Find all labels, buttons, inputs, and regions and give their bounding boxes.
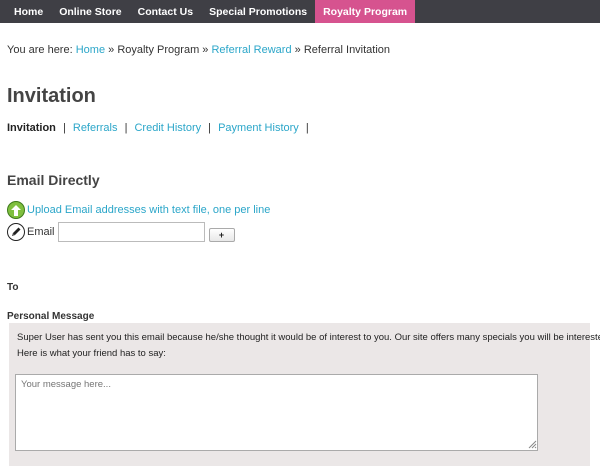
subnav-current: Invitation <box>7 122 56 134</box>
message-intro: Super User has sent you this email becau… <box>17 332 600 343</box>
subnav-separator: | <box>305 122 309 134</box>
personal-message-label: Personal Message <box>7 311 95 322</box>
breadcrumb-separator: » <box>108 44 115 56</box>
add-email-button[interactable]: + <box>208 228 235 242</box>
subnav-credit-history-link[interactable]: Credit History <box>134 122 201 134</box>
subnav-separator: | <box>124 122 128 134</box>
upload-arrow-icon[interactable] <box>7 201 25 219</box>
subnav-separator: | <box>62 122 66 134</box>
breadcrumb-separator: » <box>294 44 301 56</box>
email-row: Email + <box>7 222 235 242</box>
breadcrumb-current: Referral Invitation <box>303 44 391 56</box>
subnav-separator: | <box>208 122 212 134</box>
subnav-payment-history-link[interactable]: Payment History <box>218 122 299 134</box>
nav-contact-us[interactable]: Contact Us <box>130 0 201 23</box>
message-friend-says: Here is what your friend has to say: <box>17 348 166 359</box>
upload-email-file-link[interactable]: Upload Email addresses with text file, o… <box>27 204 270 216</box>
message-panel: Super User has sent you this email becau… <box>9 323 600 466</box>
resize-grip-icon[interactable] <box>528 440 537 449</box>
subnav-referrals-link[interactable]: Referrals <box>73 122 118 134</box>
pencil-icon <box>7 223 25 241</box>
email-input[interactable] <box>57 222 205 242</box>
upload-row: Upload Email addresses with text file, o… <box>7 201 270 219</box>
breadcrumb-program: Royalty Program <box>117 44 200 56</box>
email-label: Email <box>27 226 55 238</box>
to-label: To <box>7 282 19 293</box>
breadcrumb-reward-link[interactable]: Referral Reward <box>211 44 291 56</box>
top-nav: Home Online Store Contact Us Special Pro… <box>0 0 600 23</box>
sub-nav: Invitation | Referrals | Credit History … <box>7 122 313 134</box>
page-title: Invitation <box>7 85 96 107</box>
nav-online-store[interactable]: Online Store <box>51 0 129 23</box>
nav-home[interactable]: Home <box>0 0 51 23</box>
breadcrumb-home-link[interactable]: Home <box>76 44 105 56</box>
nav-special-promotions[interactable]: Special Promotions <box>201 0 315 23</box>
breadcrumb: You are here: Home » Royalty Program » R… <box>7 44 390 56</box>
breadcrumb-prefix: You are here: <box>7 44 73 56</box>
nav-royalty-program[interactable]: Royalty Program <box>315 0 416 23</box>
email-directly-heading: Email Directly <box>7 172 100 188</box>
breadcrumb-separator: » <box>202 44 209 56</box>
message-textarea[interactable] <box>15 374 538 451</box>
